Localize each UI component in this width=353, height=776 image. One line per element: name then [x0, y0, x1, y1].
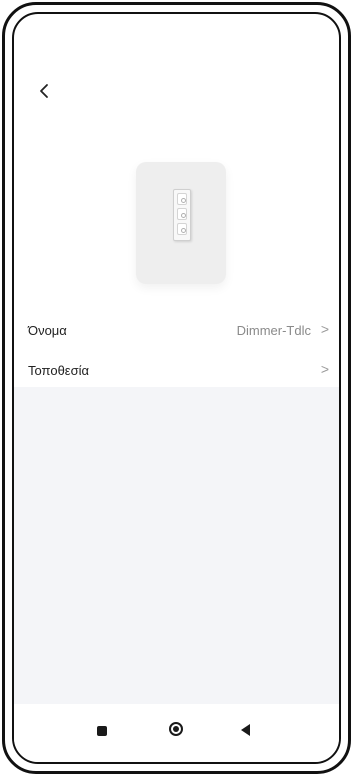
- switch-button-top: [177, 193, 187, 205]
- location-label: Τοποθεσία: [28, 362, 90, 378]
- chevron-left-icon: [40, 84, 48, 98]
- app-screen: Όνομα Dimmer-Tdlc > Τοποθεσία >: [12, 12, 341, 764]
- switch-button-middle: [177, 208, 187, 220]
- chevron-right-icon: >: [320, 321, 329, 337]
- switch-button-bottom: [177, 223, 187, 235]
- chevron-right-icon: >: [320, 361, 329, 377]
- location-row[interactable]: Τοποθεσία >: [14, 350, 339, 390]
- phone-frame: Όνομα Dimmer-Tdlc > Τοποθεσία >: [2, 2, 351, 774]
- square-icon[interactable]: [97, 726, 107, 736]
- system-nav-bar: [14, 704, 339, 762]
- name-row[interactable]: Όνομα Dimmer-Tdlc >: [14, 310, 339, 350]
- name-label: Όνομα: [28, 322, 67, 338]
- back-button[interactable]: [34, 80, 56, 102]
- device-image: [136, 162, 226, 284]
- dimmer-switch-icon: [173, 189, 191, 241]
- empty-content-area: [14, 387, 339, 704]
- circle-icon[interactable]: [169, 722, 183, 736]
- name-value: Dimmer-Tdlc: [236, 322, 311, 338]
- triangle-back-icon[interactable]: [241, 724, 250, 736]
